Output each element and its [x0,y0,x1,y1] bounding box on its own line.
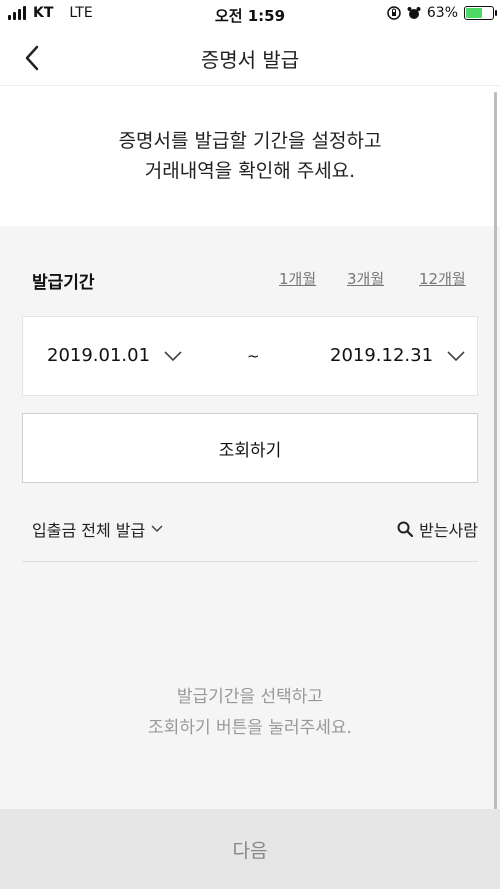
scrollbar[interactable] [494,92,497,827]
filter-label: 입출금 전체 발급 [32,521,146,540]
chevron-down-icon [447,350,465,361]
intro-line-1: 증명서를 발급할 기간을 설정하고 [118,130,382,152]
empty-line-1: 발급기간을 선택하고 [176,687,324,707]
end-date-select[interactable]: 2019.12.31 [330,345,465,366]
intro-line-2: 거래내역을 확인해 주세요. [144,160,356,182]
search-button[interactable]: 조회하기 [22,413,478,483]
date-range-box: 2019.01.01 ~ 2019.12.31 [22,316,478,396]
chevron-down-icon [164,350,182,361]
start-date-select[interactable]: 2019.01.01 [47,345,182,366]
start-date-value: 2019.01.01 [47,345,151,366]
page-title: 증명서 발급 [200,48,300,72]
divider [22,561,478,562]
empty-state-message: 발급기간을 선택하고 조회하기 버튼을 눌러주세요. [0,682,500,744]
empty-line-2: 조회하기 버튼을 눌러주세요. [148,718,352,738]
date-separator: ~ [247,347,260,365]
intro-message: 증명서를 발급할 기간을 설정하고 거래내역을 확인해 주세요. [0,86,500,226]
transaction-filter-dropdown[interactable]: 입출금 전체 발급 [32,517,163,541]
alarm-icon [407,7,421,19]
app-header: 증명서 발급 [0,30,500,86]
chevron-down-icon [151,525,163,533]
quick-3-month-link[interactable]: 3개월 [347,268,384,289]
status-bar: KT LTE 오전 1:59 63% [0,0,500,30]
recipient-search-button[interactable]: 받는사람 [397,517,478,541]
search-icon [397,521,414,537]
period-label: 발급기간 [32,273,95,293]
orientation-lock-icon [387,6,401,20]
quick-1-month-link[interactable]: 1개월 [279,268,316,289]
next-button[interactable]: 다음 [0,809,500,889]
quick-12-month-link[interactable]: 12개월 [419,268,466,289]
battery-icon [464,6,497,20]
battery-percent: 63% [426,5,458,21]
recipient-label: 받는사람 [419,521,478,540]
end-date-value: 2019.12.31 [330,345,434,366]
